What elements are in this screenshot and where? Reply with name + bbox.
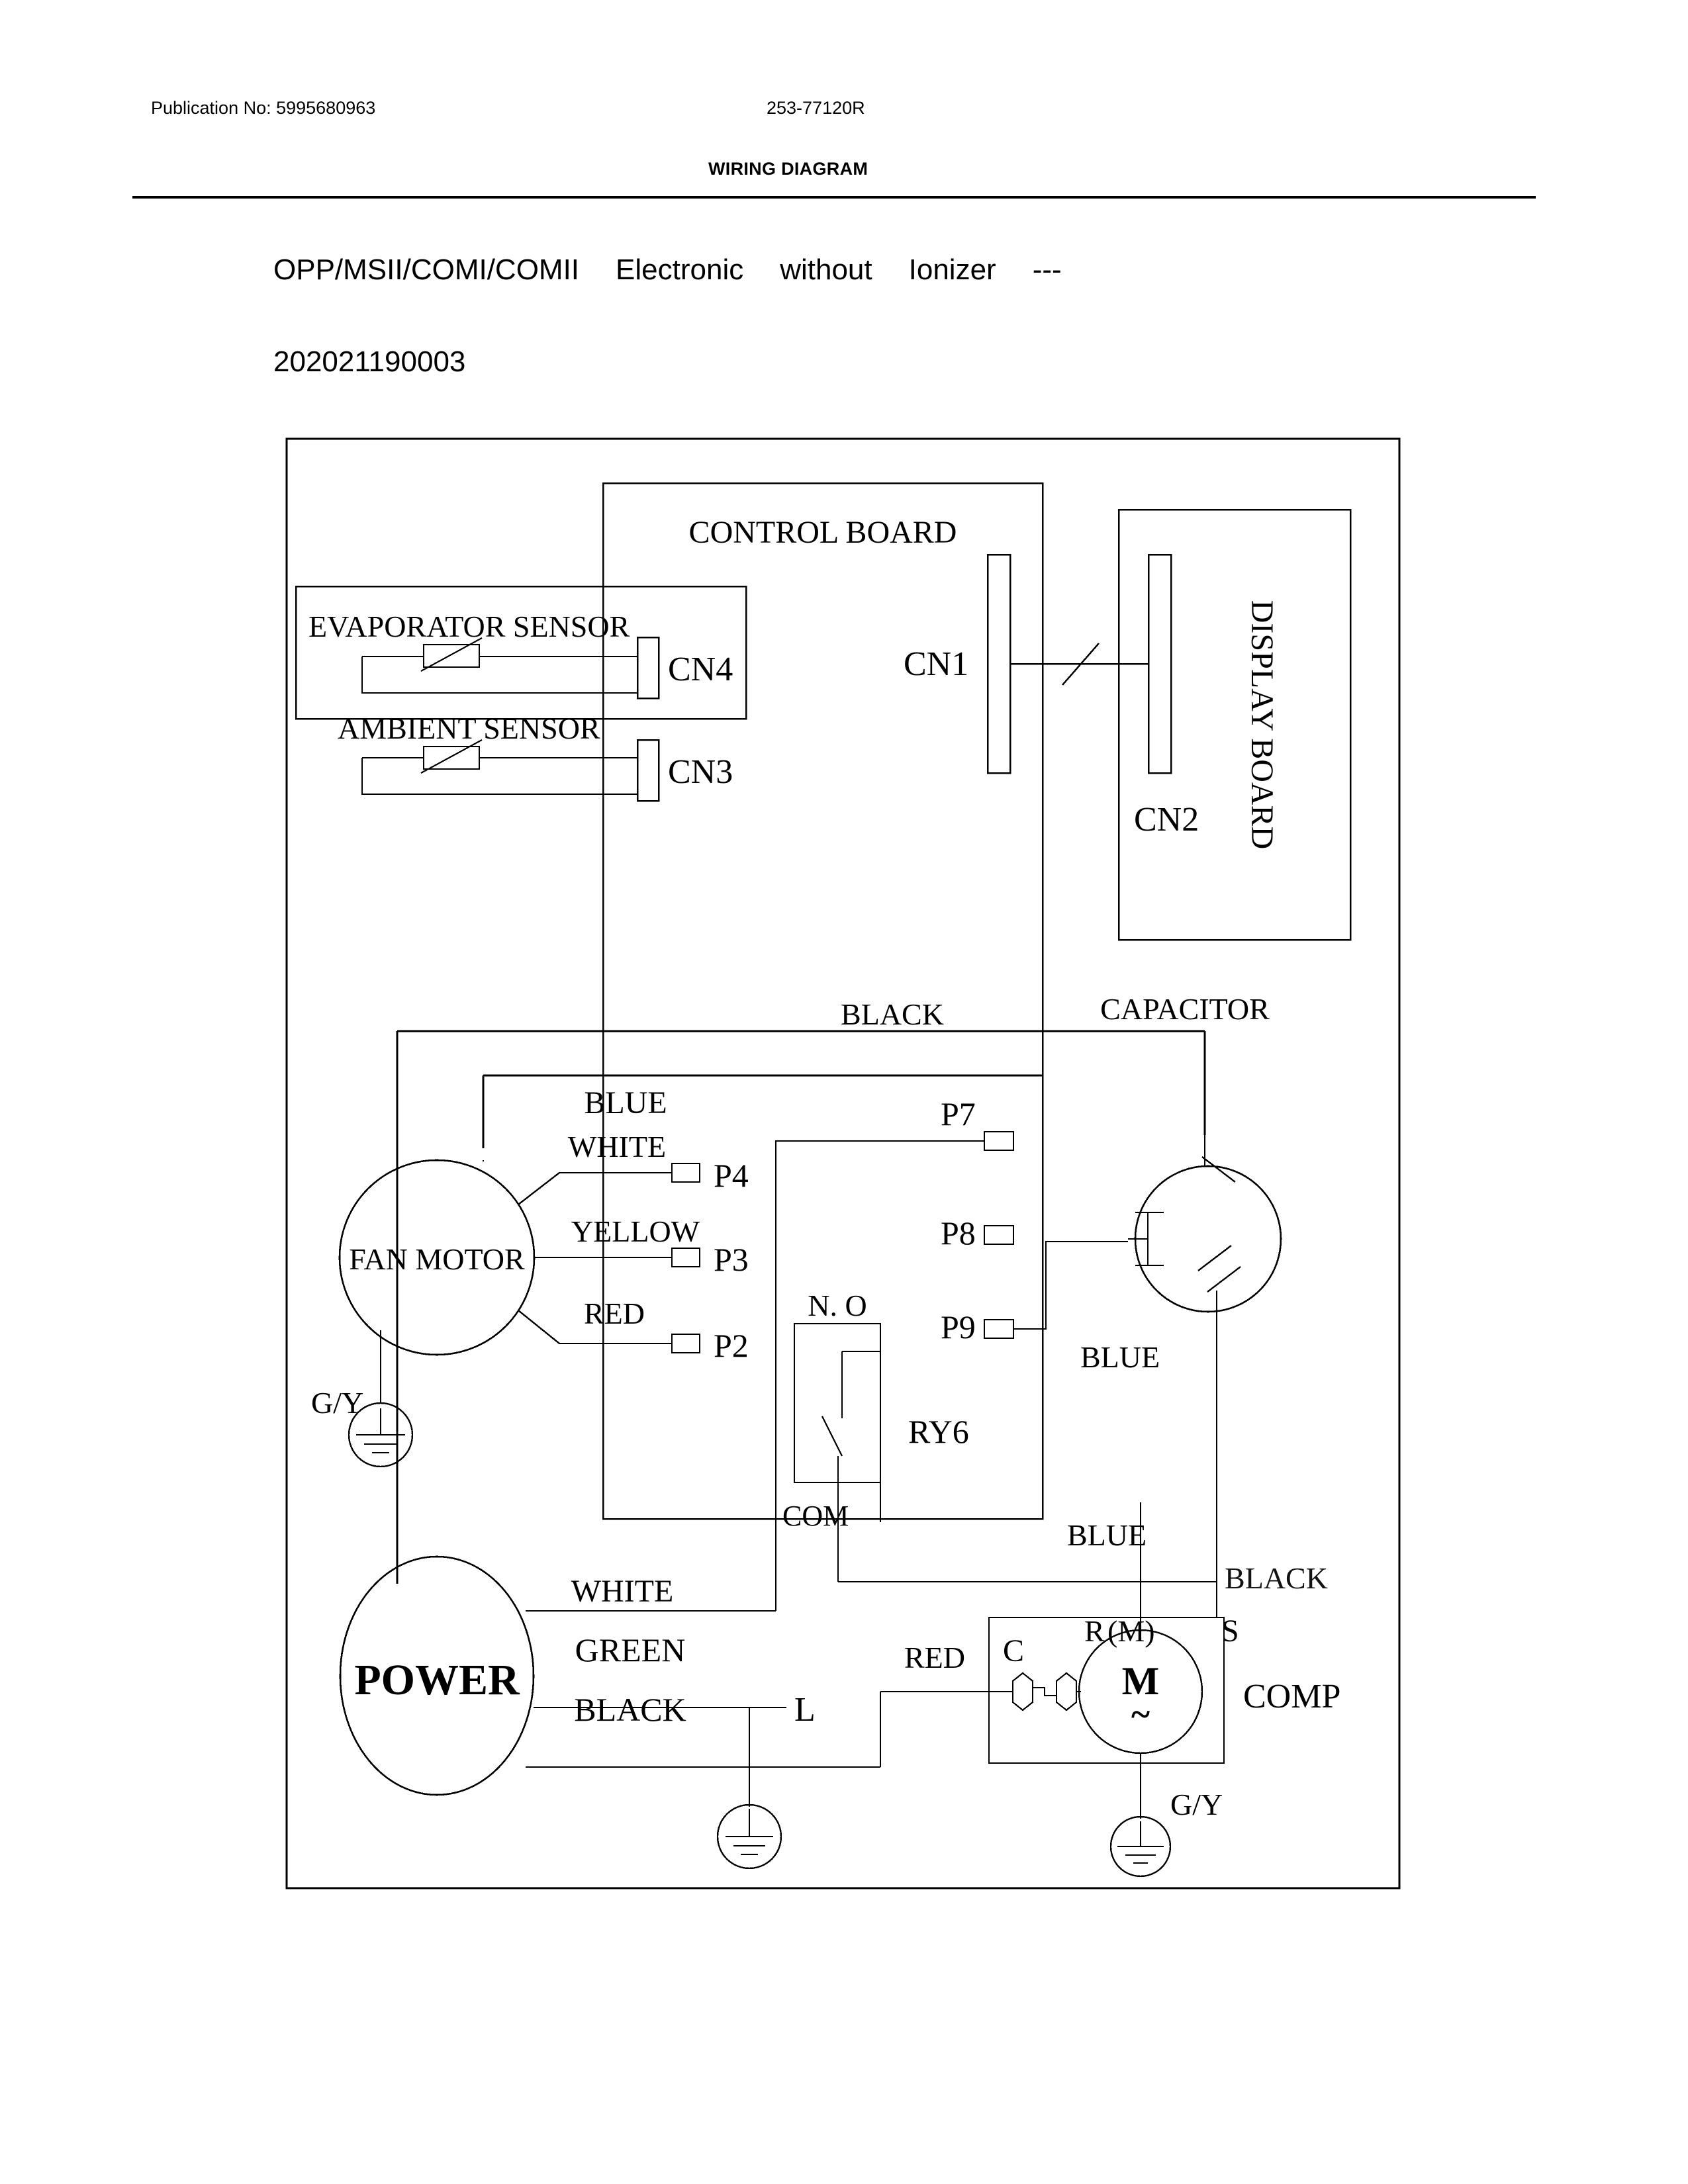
p9-label: P9	[941, 1308, 976, 1345]
black-comp-wire-label: BLACK	[1225, 1561, 1328, 1595]
relay-com-label: COM	[782, 1500, 849, 1532]
red-comp-wire-label: RED	[904, 1641, 965, 1674]
capacitor-hatch-marks	[1197, 1156, 1241, 1293]
p4-label: P4	[714, 1157, 749, 1194]
wiring-diagram-page: Publication No: 5995680963 253-77120R WI…	[0, 0, 1688, 2184]
terminal-p9	[983, 1318, 1015, 1340]
fan-lead-white	[518, 1171, 672, 1205]
cn3-connector	[636, 739, 660, 802]
compressor-ac-symbol: ~	[1131, 1694, 1150, 1734]
capacitor-circle	[1134, 1165, 1282, 1313]
display-board-label: DISPLAY BOARD	[1244, 600, 1280, 850]
p2-label: P2	[714, 1327, 749, 1364]
power-earth-icon	[726, 1809, 773, 1856]
cn2-label: CN2	[1134, 801, 1199, 839]
black-power-wire-label: BLACK	[574, 1691, 686, 1728]
control-board-outline	[602, 482, 1044, 1520]
terminal-p2	[671, 1333, 701, 1354]
compressor-label: COMP	[1243, 1678, 1340, 1715]
blue-fan-wire-label: BLUE	[584, 1085, 667, 1120]
p3-label: P3	[714, 1241, 749, 1278]
white-power-wire-label: WHITE	[571, 1574, 674, 1609]
cn3-label: CN3	[668, 753, 733, 791]
relay-label: RY6	[908, 1413, 969, 1450]
line-label: L	[794, 1691, 816, 1729]
terminal-p4	[671, 1162, 701, 1183]
cn4-label: CN4	[668, 651, 733, 688]
compressor-ground-label: G/Y	[1170, 1788, 1223, 1821]
relay-no-contact-rail	[841, 1350, 882, 1522]
relay-no-label: N. O	[808, 1289, 867, 1322]
display-board-outline	[1117, 508, 1352, 941]
evaporator-sensor-label: EVAPORATOR SENSOR	[308, 610, 630, 643]
terminal-p3	[671, 1247, 701, 1268]
schematic-area: CONTROL BOARD DISPLAY BOARD EVAPORATOR S…	[0, 0, 1688, 2184]
cn1-label: CN1	[904, 645, 968, 683]
compressor-m-terminal-label: (M)	[1107, 1614, 1155, 1648]
cn2-connector	[1147, 553, 1172, 774]
ambient-sensor-label: AMBIENT SENSOR	[338, 711, 600, 745]
overload-link	[1033, 1686, 1056, 1697]
cn1-connector	[986, 553, 1011, 774]
evaporator-sensor-wiring	[361, 655, 637, 694]
wiring-schematic-svg: CONTROL BOARD DISPLAY BOARD EVAPORATOR S…	[285, 437, 1401, 1889]
cn4-connector	[636, 636, 660, 700]
green-power-wire-label: GREEN	[575, 1631, 686, 1668]
p8-label: P8	[941, 1214, 976, 1251]
terminal-p7	[983, 1130, 1015, 1152]
capacitor-label: CAPACITOR	[1100, 992, 1270, 1026]
overload-lobe-1	[1011, 1672, 1034, 1711]
red-fan-wire-label: RED	[584, 1297, 645, 1330]
ambient-sensor-wiring	[361, 756, 637, 796]
white-fan-wire-label: WHITE	[568, 1130, 666, 1163]
p9-to-capacitor-blue	[1013, 1240, 1128, 1330]
compressor-r-terminal-label: R	[1084, 1614, 1105, 1648]
terminal-p8	[983, 1224, 1015, 1246]
control-board-label: CONTROL BOARD	[689, 515, 957, 550]
evaporator-thermistor-body	[422, 643, 481, 668]
power-label: POWER	[354, 1656, 520, 1704]
fan-ground-label: G/Y	[311, 1386, 363, 1420]
p7-label: P7	[941, 1095, 976, 1132]
compressor-s-terminal-label: S	[1221, 1614, 1239, 1649]
black-top-wire-label: BLACK	[841, 997, 944, 1031]
relay-contact-arm	[821, 1416, 843, 1457]
compressor-box	[988, 1616, 1225, 1764]
blue-capacitor-wire-label: BLUE	[1080, 1340, 1160, 1374]
compressor-c-terminal-label: C	[1003, 1633, 1024, 1668]
capacitor-plates	[1128, 1211, 1164, 1267]
blue-comp-wire-label: BLUE	[1067, 1518, 1147, 1552]
yellow-fan-wire-label: YELLOW	[571, 1214, 700, 1248]
ambient-thermistor-body	[422, 745, 481, 770]
compressor-earth-icon	[1117, 1821, 1164, 1864]
overload-lobe-2	[1055, 1672, 1078, 1711]
fan-motor-label: FAN MOTOR	[349, 1242, 525, 1276]
